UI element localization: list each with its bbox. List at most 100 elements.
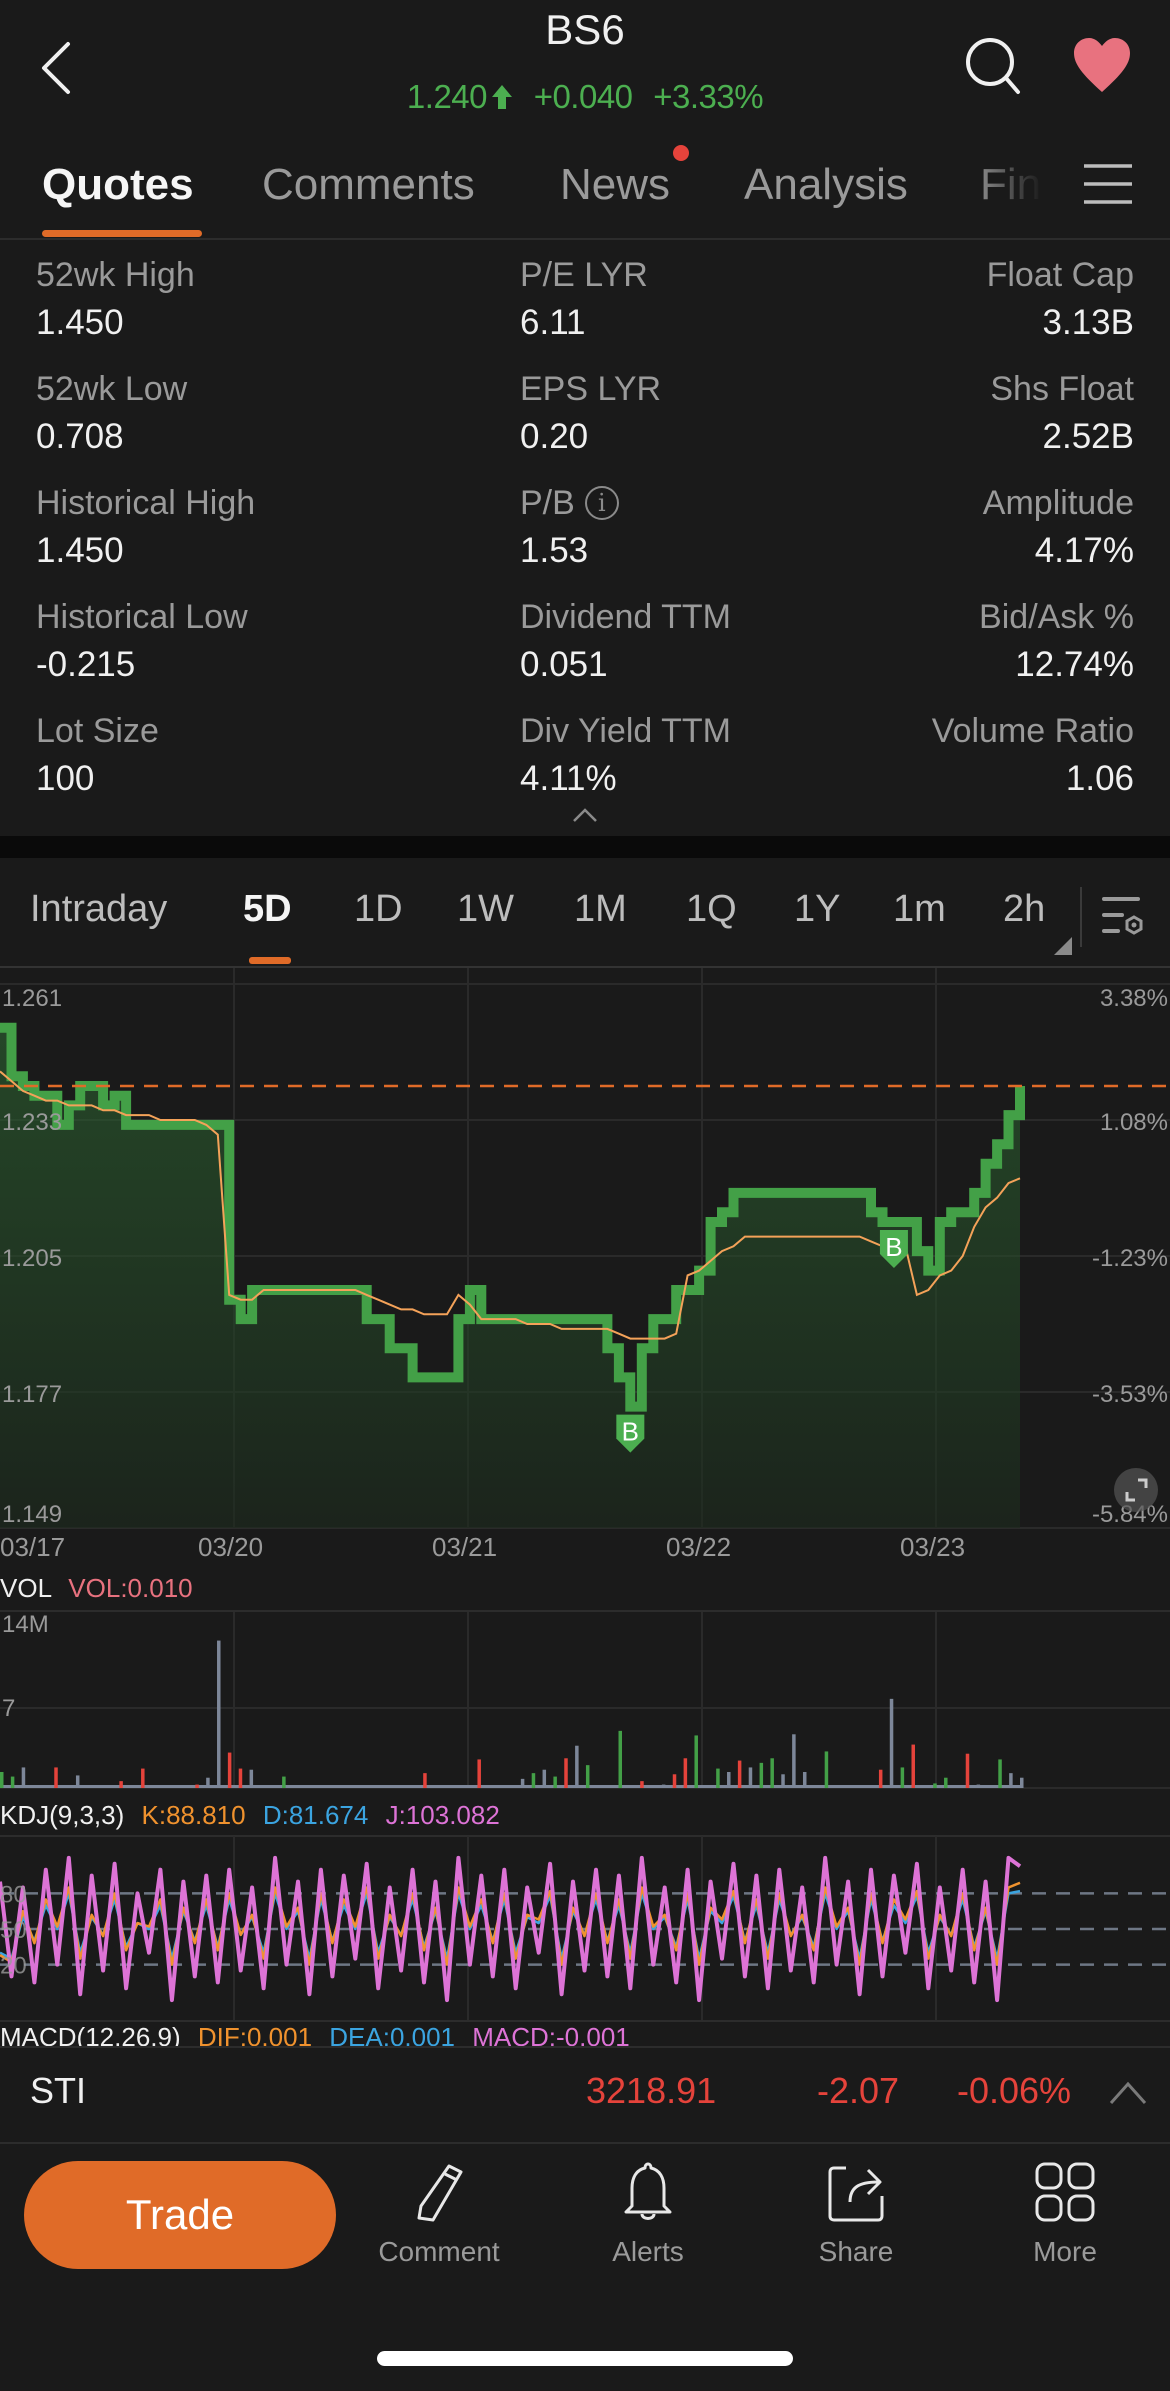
stat-volume-ratio: Volume Ratio 1.06 — [754, 712, 1134, 799]
tab-news[interactable]: News — [560, 160, 670, 210]
stat-label: Lot Size — [36, 712, 416, 751]
last-price: 1.240 — [407, 78, 513, 115]
stat-label-text: Shs Float — [990, 370, 1134, 408]
volume-header: VOL VOL:0.010 — [0, 1573, 193, 1604]
comment-label: Comment — [378, 2236, 500, 2267]
kdj-y-label: 50 — [0, 1917, 27, 1944]
tab-overflow-fade — [970, 150, 1060, 230]
fullscreen-button[interactable] — [1114, 1468, 1158, 1512]
stat-label-text: Historical High — [36, 484, 256, 522]
period-tab-1w[interactable]: 1W — [457, 888, 514, 931]
period-tab-1d[interactable]: 1D — [354, 888, 403, 931]
volume-value: VOL:0.010 — [68, 1573, 193, 1603]
collapse-chevron-up-icon[interactable] — [570, 805, 600, 825]
x-axis-dates: 03/17 03/20 03/21 03/22 03/23 — [0, 1532, 1170, 1576]
volume-bar — [802, 1772, 807, 1788]
stat-label-text: Lot Size — [36, 712, 159, 750]
more-button[interactable]: More — [990, 2160, 1140, 2280]
home-indicator[interactable] — [377, 2351, 793, 2366]
stat-label-text: EPS LYR — [520, 370, 662, 408]
stat-label-text: Dividend TTM — [520, 598, 731, 636]
volume-bar — [900, 1767, 905, 1788]
volume-bar — [10, 1776, 15, 1788]
stat-value: 4.17% — [1034, 531, 1134, 570]
price-chart[interactable]: B B 1.261 1.233 1.205 1.177 1.149 3.38% 1.08% -1.… — [0, 968, 1170, 1540]
volume-bar — [1009, 1773, 1013, 1788]
active-tab-indicator — [42, 230, 202, 237]
y-axis-label-left: 1.233 — [2, 1109, 62, 1136]
volume-bar — [824, 1751, 829, 1788]
stat-label-text: 52wk Low — [36, 370, 188, 408]
volume-bar — [282, 1776, 286, 1788]
volume-bar — [477, 1759, 481, 1788]
x-axis-date-label: 03/23 — [900, 1532, 966, 1562]
stat-value: 0.708 — [36, 417, 124, 456]
volume-bar — [944, 1777, 948, 1788]
volume-bar — [759, 1762, 764, 1788]
volume-bar — [249, 1769, 254, 1788]
comment-button[interactable]: Comment — [364, 2160, 514, 2280]
y-axis-label-left: 1.261 — [2, 985, 62, 1012]
stat-value: 1.06 — [1065, 759, 1134, 798]
volume-bar — [672, 1774, 677, 1788]
period-dropdown-corner-icon — [1054, 937, 1072, 955]
trade-button[interactable]: Trade — [24, 2161, 336, 2269]
volume-bar — [889, 1698, 894, 1788]
volume-bar — [227, 1752, 232, 1788]
index-ticker-bar[interactable]: STI 3218.91 -2.07 -0.06% — [0, 2048, 1170, 2144]
period-tab-1m[interactable]: 1m — [893, 888, 946, 931]
favorite-heart-icon[interactable] — [1072, 38, 1132, 94]
stat-value: -0.215 — [36, 645, 136, 684]
period-tab-5d[interactable]: 5D — [243, 888, 292, 931]
buy-marker-label: B — [622, 1417, 639, 1447]
info-icon[interactable]: i — [584, 486, 619, 520]
stat-value: 100 — [36, 759, 95, 798]
grid-icon — [1035, 2162, 1095, 2222]
section-divider — [0, 836, 1170, 858]
period-tab-1q[interactable]: 1Q — [686, 888, 737, 931]
stat-historical-low: Historical Low -0.215 — [36, 598, 416, 685]
volume-bar — [542, 1769, 547, 1788]
stat-float-cap: Float Cap 3.13B — [754, 256, 1134, 343]
macd-dif-value: DIF:0.001 — [197, 2022, 313, 2048]
stat-historical-high: Historical High 1.450 — [36, 484, 416, 571]
stat-label: Bid/Ask % — [754, 598, 1134, 637]
tab-quotes[interactable]: Quotes — [42, 160, 194, 210]
stat-label: Volume Ratio — [754, 712, 1134, 751]
search-icon[interactable] — [964, 36, 1024, 96]
tab-comments[interactable]: Comments — [262, 160, 475, 210]
period-tab-intraday[interactable]: Intraday — [30, 888, 167, 931]
fullscreen-bg — [1114, 1468, 1158, 1512]
stat-value: 2.52B — [1042, 417, 1134, 456]
alerts-button[interactable]: Alerts — [573, 2160, 723, 2280]
stat-value: 1.450 — [36, 303, 124, 342]
share-label: Share — [818, 2236, 894, 2267]
volume-chart[interactable]: 14M 7 — [0, 1612, 1170, 1798]
price-change: +0.040 — [533, 78, 633, 115]
macd-value: MACD:-0.001 — [472, 2022, 630, 2048]
volume-bar — [195, 1784, 199, 1788]
tab-analysis[interactable]: Analysis — [744, 160, 908, 210]
volume-bar — [976, 1784, 981, 1788]
period-tab-2h[interactable]: 2h — [1003, 888, 1045, 931]
stat-lot-size: Lot Size 100 — [36, 712, 416, 799]
macd-header: MACD(12,26,9) DIF:0.001 DEA:0.001 MACD:-… — [0, 2022, 630, 2048]
stat-52wk-high: 52wk High 1.450 — [36, 256, 416, 343]
volume-bar — [661, 1784, 666, 1788]
chart-settings-icon[interactable] — [1100, 893, 1144, 941]
index-change: -2.07 — [817, 2070, 900, 2111]
expand-chevron-up-icon[interactable] — [1108, 2080, 1148, 2106]
stat-label-text: P/B — [520, 484, 575, 522]
tab-menu-icon[interactable] — [1082, 160, 1134, 208]
bell-icon — [624, 2162, 672, 2220]
volume-y-label: 7 — [2, 1695, 15, 1722]
kdj-chart[interactable]: 80 50 20 — [0, 1836, 1170, 2022]
volume-bar — [564, 1758, 568, 1788]
share-button[interactable]: Share — [781, 2160, 931, 2280]
stat-label-text: 52wk High — [36, 256, 195, 294]
period-tab-1y[interactable]: 1Y — [794, 888, 840, 931]
volume-title: VOL — [0, 1573, 52, 1603]
index-name: STI — [30, 2070, 87, 2111]
period-tab-1m[interactable]: 1M — [574, 888, 627, 931]
stat-amplitude: Amplitude 4.17% — [754, 484, 1134, 571]
